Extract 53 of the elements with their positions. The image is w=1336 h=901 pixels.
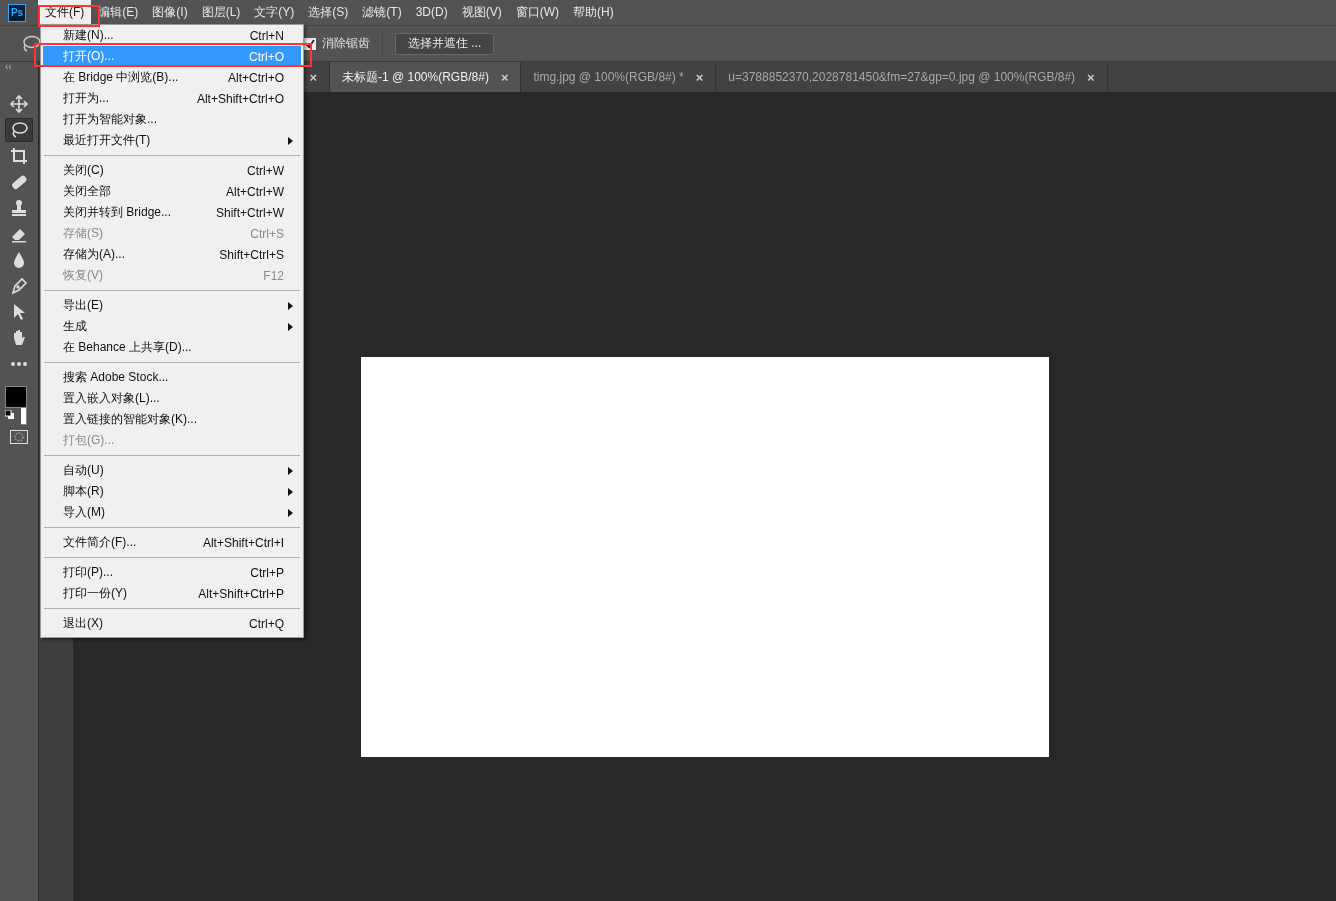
lasso-icon[interactable] [20, 33, 42, 54]
menu-option[interactable]: 退出(X) Ctrl+Q [43, 613, 301, 634]
document-tab[interactable]: 未标题-1 @ 100%(RGB/8#) × [330, 62, 522, 92]
menu-option[interactable]: 打开为智能对象... [43, 109, 301, 130]
menu-item[interactable]: 图层(L) [194, 0, 248, 25]
foreground-color-swatch[interactable] [5, 386, 27, 408]
menu-option[interactable]: 导出(E) [43, 295, 301, 316]
stamp-icon [9, 198, 29, 218]
menu-option[interactable]: 生成 [43, 316, 301, 337]
menu-option[interactable]: 置入链接的智能对象(K)... [43, 409, 301, 430]
menu-item[interactable]: 帮助(H) [566, 0, 621, 25]
close-tab-button[interactable]: × [309, 69, 317, 85]
close-tab-button[interactable]: × [1087, 69, 1095, 85]
menu-option[interactable]: 搜索 Adobe Stock... [43, 367, 301, 388]
menu-item[interactable]: 图像(I) [145, 0, 195, 25]
menu-option[interactable]: 关闭并转到 Bridge... Shift+Ctrl+W [43, 202, 301, 223]
lasso-icon [9, 120, 29, 140]
default-colors-icon[interactable] [5, 410, 15, 420]
menu-option[interactable]: 在 Behance 上共享(D)... [43, 337, 301, 358]
close-tab-button[interactable]: × [695, 69, 704, 85]
menu-option[interactable]: 关闭全部 Alt+Ctrl+W [43, 181, 301, 202]
select-and-mask-button[interactable]: 选择并遮住 ... [395, 32, 495, 55]
checkbox-label: 消除锯齿 [322, 35, 370, 52]
highlight-frame [38, 5, 100, 27]
menu-item[interactable]: 选择(S) [301, 0, 356, 25]
app-logo: Ps [8, 3, 26, 22]
menu-item[interactable]: 滤镜(T) [355, 0, 409, 25]
menu-item[interactable]: 窗口(W) [508, 0, 566, 25]
pen-icon [9, 276, 29, 296]
tool-button[interactable] [5, 118, 33, 142]
menu-option[interactable]: 打印一份(Y) Alt+Shift+Ctrl+P [43, 583, 301, 604]
menu-option[interactable]: 自动(U) [43, 460, 301, 481]
move-icon [9, 94, 29, 114]
menu-item[interactable]: 视图(V) [454, 0, 509, 25]
background-color-swatch[interactable] [21, 408, 27, 425]
menu-option[interactable]: 打印(P)... Ctrl+P [43, 562, 301, 583]
menu-option[interactable]: 导入(M) [43, 502, 301, 523]
collapse-toggle[interactable]: ‹‹ [0, 62, 12, 74]
menu-option[interactable]: 新建(N)... Ctrl+N [43, 25, 301, 46]
menu-option[interactable]: 在 Bridge 中浏览(B)... Alt+Ctrl+O [43, 67, 301, 88]
crop-icon [9, 146, 29, 166]
menu-option[interactable]: 关闭(C) Ctrl+W [43, 160, 301, 181]
menu-option[interactable]: 打开为... Alt+Shift+Ctrl+O [43, 88, 301, 109]
menu-option[interactable]: 文件简介(F)... Alt+Shift+Ctrl+I [43, 532, 301, 553]
menu-item[interactable]: 3D(D) [408, 0, 455, 25]
menu-option[interactable]: 置入嵌入对象(L)... [43, 388, 301, 409]
menu-option[interactable]: 脚本(R) [43, 481, 301, 502]
menu-option[interactable]: 最近打开文件(T) [43, 130, 301, 151]
more-icon [11, 362, 27, 366]
menu-option[interactable]: 存储为(A)... Shift+Ctrl+S [43, 244, 301, 265]
close-tab-button[interactable]: × [500, 69, 509, 85]
quick-mask-icon[interactable] [10, 430, 28, 444]
menu-item[interactable]: 文字(Y) [247, 0, 302, 25]
